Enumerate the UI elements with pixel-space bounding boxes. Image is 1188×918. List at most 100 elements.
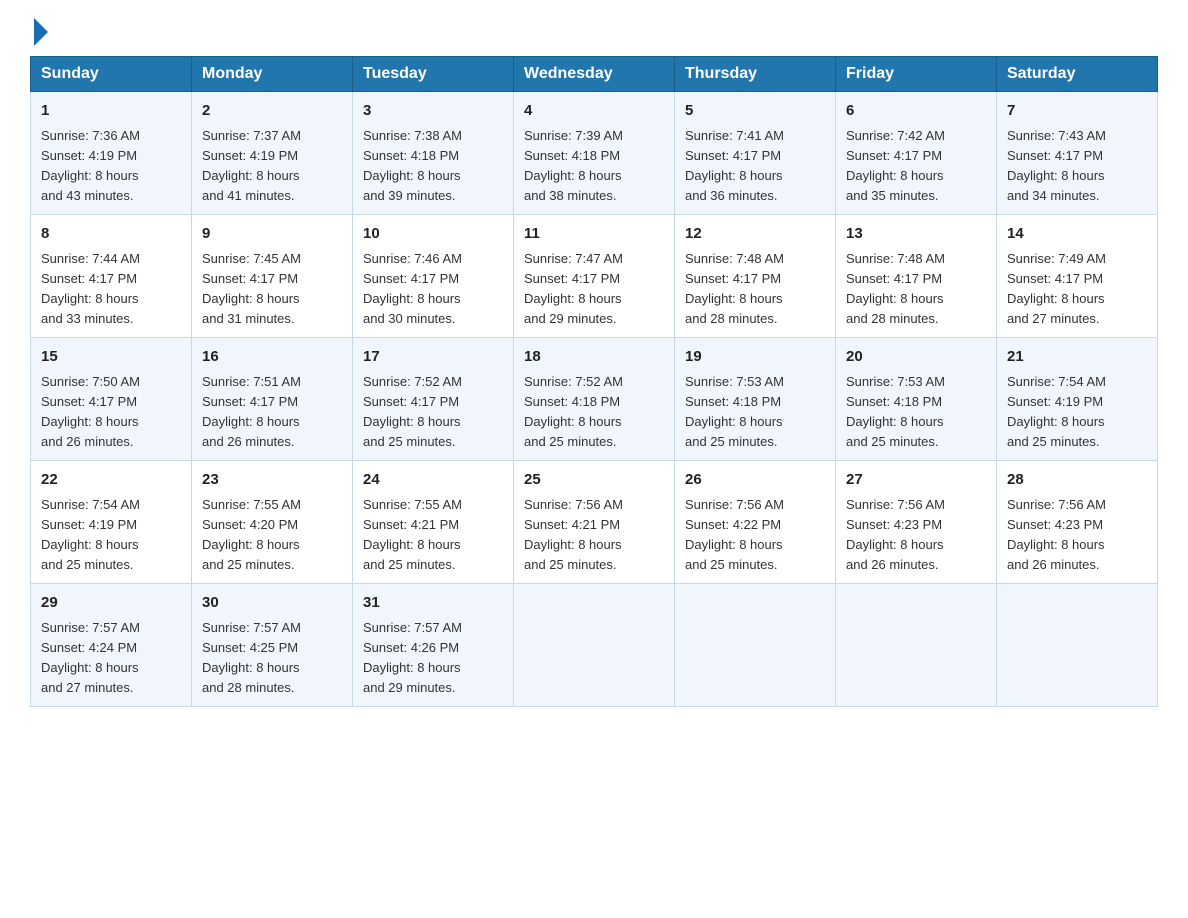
day-info: Sunrise: 7:52 AMSunset: 4:18 PMDaylight:… — [524, 374, 623, 449]
day-info: Sunrise: 7:43 AMSunset: 4:17 PMDaylight:… — [1007, 128, 1106, 203]
day-info: Sunrise: 7:39 AMSunset: 4:18 PMDaylight:… — [524, 128, 623, 203]
day-info: Sunrise: 7:57 AMSunset: 4:26 PMDaylight:… — [363, 620, 462, 695]
day-number: 5 — [685, 100, 825, 123]
day-number: 12 — [685, 223, 825, 246]
day-info: Sunrise: 7:52 AMSunset: 4:17 PMDaylight:… — [363, 374, 462, 449]
calendar-cell: 14 Sunrise: 7:49 AMSunset: 4:17 PMDayligh… — [997, 215, 1158, 338]
day-info: Sunrise: 7:49 AMSunset: 4:17 PMDaylight:… — [1007, 251, 1106, 326]
calendar-cell: 30Sunrise: 7:57 AMSunset: 4:25 PMDayligh… — [192, 584, 353, 707]
calendar-cell: 19 Sunrise: 7:53 AMSunset: 4:18 PMDayligh… — [675, 338, 836, 461]
calendar-cell: 15 Sunrise: 7:50 AMSunset: 4:17 PMDayligh… — [31, 338, 192, 461]
day-info: Sunrise: 7:45 AMSunset: 4:17 PMDaylight:… — [202, 251, 301, 326]
day-info: Sunrise: 7:54 AMSunset: 4:19 PMDaylight:… — [41, 497, 140, 572]
logo — [30, 20, 48, 40]
day-info: Sunrise: 7:57 AMSunset: 4:25 PMDaylight:… — [202, 620, 301, 695]
day-number: 10 — [363, 223, 503, 246]
calendar-cell: 6Sunrise: 7:42 AMSunset: 4:17 PMDaylight… — [836, 92, 997, 215]
calendar-cell: 8 Sunrise: 7:44 AMSunset: 4:17 PMDaylight… — [31, 215, 192, 338]
calendar-cell: 3 Sunrise: 7:38 AMSunset: 4:18 PMDaylight… — [353, 92, 514, 215]
day-info: Sunrise: 7:53 AMSunset: 4:18 PMDaylight:… — [846, 374, 945, 449]
day-info: Sunrise: 7:56 AMSunset: 4:22 PMDaylight:… — [685, 497, 784, 572]
calendar-cell: 20 Sunrise: 7:53 AMSunset: 4:18 PMDayligh… — [836, 338, 997, 461]
day-number: 3 — [363, 100, 503, 123]
day-info: Sunrise: 7:56 AMSunset: 4:21 PMDaylight:… — [524, 497, 623, 572]
day-number: 1 — [41, 100, 181, 123]
day-info: Sunrise: 7:44 AMSunset: 4:17 PMDaylight:… — [41, 251, 140, 326]
calendar-cell: 1 Sunrise: 7:36 AMSunset: 4:19 PMDaylight… — [31, 92, 192, 215]
day-number: 17 — [363, 346, 503, 369]
day-number: 4 — [524, 100, 664, 123]
day-info: Sunrise: 7:55 AMSunset: 4:21 PMDaylight:… — [363, 497, 462, 572]
calendar-table: SundayMondayTuesdayWednesdayThursdayFrid… — [30, 56, 1158, 707]
calendar-cell — [675, 584, 836, 707]
calendar-week-row: 15 Sunrise: 7:50 AMSunset: 4:17 PMDayligh… — [31, 338, 1158, 461]
day-number: 8 — [41, 223, 181, 246]
calendar-cell: 26 Sunrise: 7:56 AMSunset: 4:22 PMDayligh… — [675, 461, 836, 584]
calendar-cell: 13 Sunrise: 7:48 AMSunset: 4:17 PMDayligh… — [836, 215, 997, 338]
day-number: 11 — [524, 223, 664, 246]
calendar-cell: 23 Sunrise: 7:55 AMSunset: 4:20 PMDayligh… — [192, 461, 353, 584]
day-info: Sunrise: 7:56 AMSunset: 4:23 PMDaylight:… — [1007, 497, 1106, 572]
calendar-week-row: 29 Sunrise: 7:57 AMSunset: 4:24 PMDayligh… — [31, 584, 1158, 707]
day-number: 18 — [524, 346, 664, 369]
day-number: 16 — [202, 346, 342, 369]
calendar-cell: 5 Sunrise: 7:41 AMSunset: 4:17 PMDaylight… — [675, 92, 836, 215]
day-info: Sunrise: 7:51 AMSunset: 4:17 PMDaylight:… — [202, 374, 301, 449]
day-info: Sunrise: 7:56 AMSunset: 4:23 PMDaylight:… — [846, 497, 945, 572]
calendar-cell: 9 Sunrise: 7:45 AMSunset: 4:17 PMDaylight… — [192, 215, 353, 338]
calendar-week-row: 22 Sunrise: 7:54 AMSunset: 4:19 PMDayligh… — [31, 461, 1158, 584]
day-number: 27 — [846, 469, 986, 492]
day-info: Sunrise: 7:41 AMSunset: 4:17 PMDaylight:… — [685, 128, 784, 203]
day-number: 24 — [363, 469, 503, 492]
day-number: 20 — [846, 346, 986, 369]
day-number: 19 — [685, 346, 825, 369]
calendar-cell: 25 Sunrise: 7:56 AMSunset: 4:21 PMDayligh… — [514, 461, 675, 584]
calendar-cell: 29 Sunrise: 7:57 AMSunset: 4:24 PMDayligh… — [31, 584, 192, 707]
calendar-cell: 12 Sunrise: 7:48 AMSunset: 4:17 PMDayligh… — [675, 215, 836, 338]
day-info: Sunrise: 7:57 AMSunset: 4:24 PMDaylight:… — [41, 620, 140, 695]
day-number: 23 — [202, 469, 342, 492]
day-number: 7 — [1007, 100, 1147, 123]
day-info: Sunrise: 7:50 AMSunset: 4:17 PMDaylight:… — [41, 374, 140, 449]
day-info: Sunrise: 7:48 AMSunset: 4:17 PMDaylight:… — [685, 251, 784, 326]
calendar-cell: 11 Sunrise: 7:47 AMSunset: 4:17 PMDayligh… — [514, 215, 675, 338]
day-number: 21 — [1007, 346, 1147, 369]
calendar-cell: 28Sunrise: 7:56 AMSunset: 4:23 PMDayligh… — [997, 461, 1158, 584]
day-info: Sunrise: 7:36 AMSunset: 4:19 PMDaylight:… — [41, 128, 140, 203]
day-number: 14 — [1007, 223, 1147, 246]
day-info: Sunrise: 7:55 AMSunset: 4:20 PMDaylight:… — [202, 497, 301, 572]
day-info: Sunrise: 7:38 AMSunset: 4:18 PMDaylight:… — [363, 128, 462, 203]
day-number: 13 — [846, 223, 986, 246]
calendar-cell: 16 Sunrise: 7:51 AMSunset: 4:17 PMDayligh… — [192, 338, 353, 461]
day-info: Sunrise: 7:42 AMSunset: 4:17 PMDaylight:… — [846, 128, 945, 203]
day-number: 2 — [202, 100, 342, 123]
page-header — [30, 20, 1158, 40]
logo-triangle-icon — [34, 18, 48, 46]
calendar-cell: 10Sunrise: 7:46 AMSunset: 4:17 PMDayligh… — [353, 215, 514, 338]
day-number: 25 — [524, 469, 664, 492]
day-number: 31 — [363, 592, 503, 615]
day-info: Sunrise: 7:47 AMSunset: 4:17 PMDaylight:… — [524, 251, 623, 326]
calendar-cell — [997, 584, 1158, 707]
calendar-cell: 7 Sunrise: 7:43 AMSunset: 4:17 PMDaylight… — [997, 92, 1158, 215]
calendar-cell: 17 Sunrise: 7:52 AMSunset: 4:17 PMDayligh… — [353, 338, 514, 461]
header-sunday: Sunday — [31, 57, 192, 92]
header-tuesday: Tuesday — [353, 57, 514, 92]
day-number: 15 — [41, 346, 181, 369]
calendar-cell: 24 Sunrise: 7:55 AMSunset: 4:21 PMDayligh… — [353, 461, 514, 584]
calendar-cell: 27 Sunrise: 7:56 AMSunset: 4:23 PMDayligh… — [836, 461, 997, 584]
header-friday: Friday — [836, 57, 997, 92]
calendar-cell — [836, 584, 997, 707]
day-info: Sunrise: 7:53 AMSunset: 4:18 PMDaylight:… — [685, 374, 784, 449]
day-number: 29 — [41, 592, 181, 615]
calendar-cell — [514, 584, 675, 707]
calendar-cell: 22 Sunrise: 7:54 AMSunset: 4:19 PMDayligh… — [31, 461, 192, 584]
day-number: 9 — [202, 223, 342, 246]
calendar-header-row: SundayMondayTuesdayWednesdayThursdayFrid… — [31, 57, 1158, 92]
calendar-cell: 31 Sunrise: 7:57 AMSunset: 4:26 PMDayligh… — [353, 584, 514, 707]
calendar-cell: 4 Sunrise: 7:39 AMSunset: 4:18 PMDaylight… — [514, 92, 675, 215]
header-thursday: Thursday — [675, 57, 836, 92]
day-number: 26 — [685, 469, 825, 492]
day-number: 22 — [41, 469, 181, 492]
day-info: Sunrise: 7:48 AMSunset: 4:17 PMDaylight:… — [846, 251, 945, 326]
